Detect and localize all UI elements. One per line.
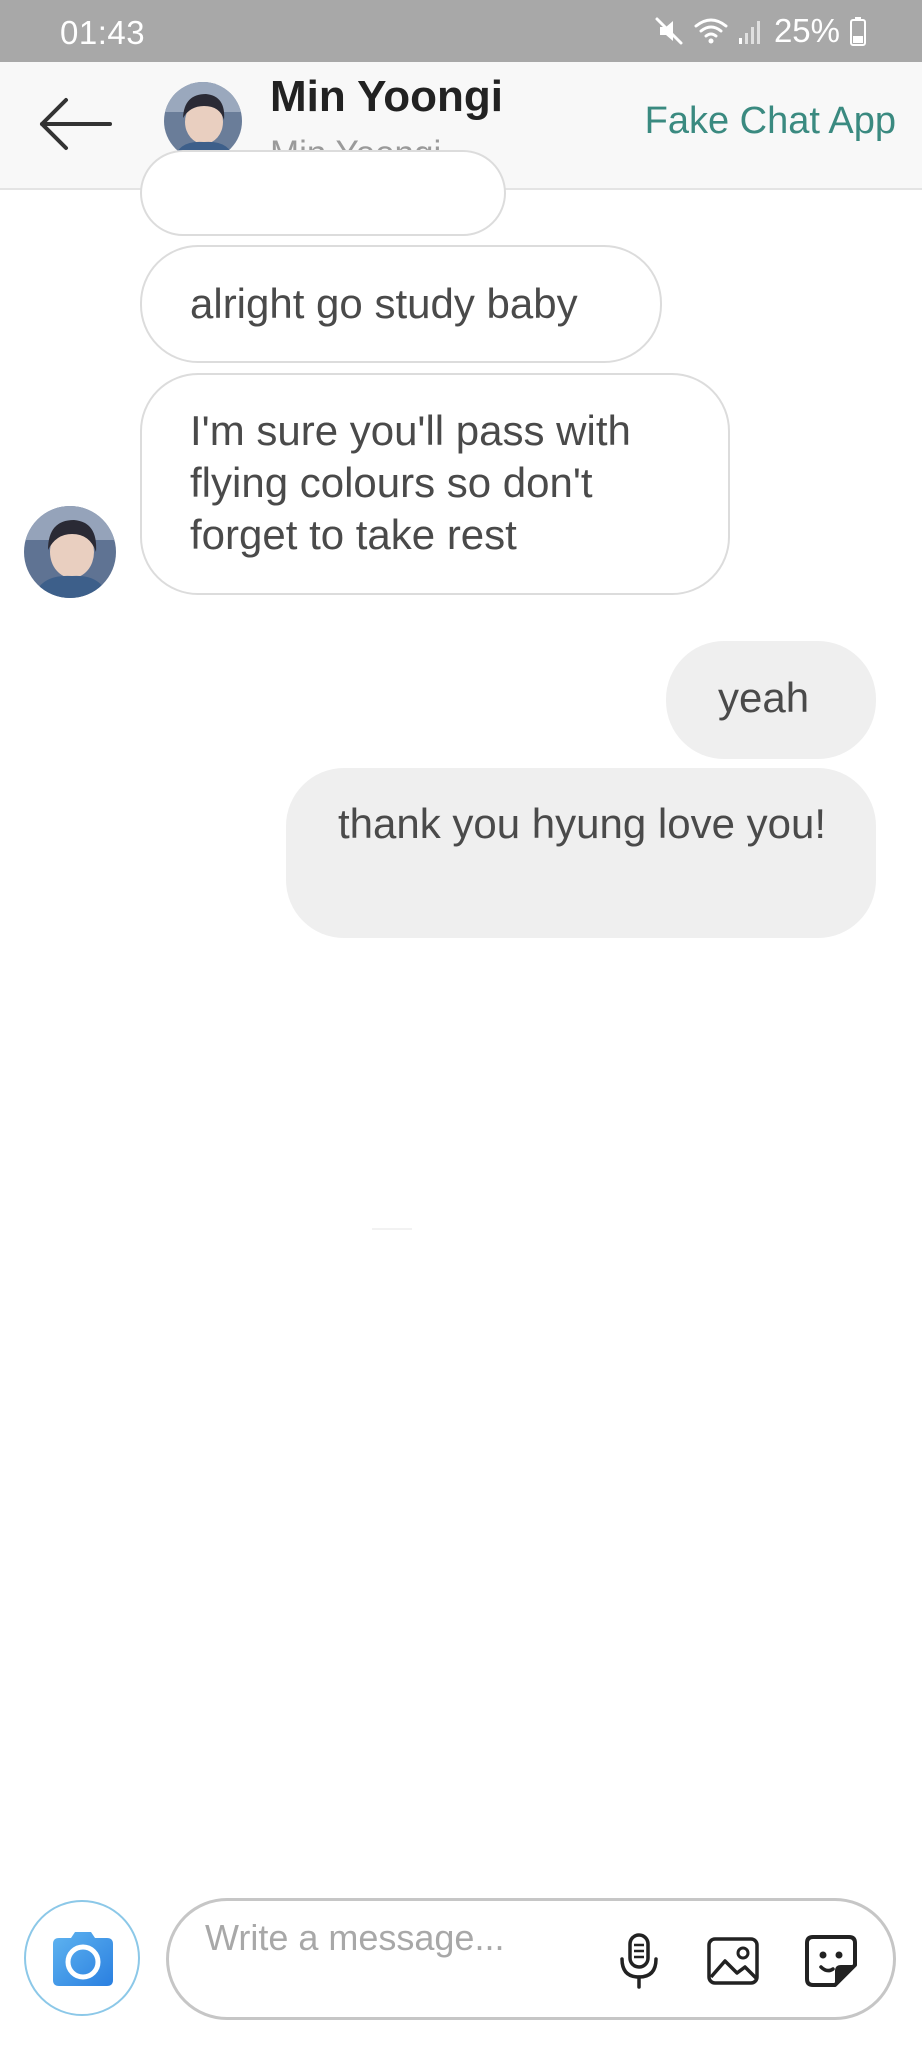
message-input[interactable] [205,1915,565,2007]
message-text: thank you hyung love you! [338,800,827,847]
camera-icon [53,1932,113,1986]
status-icons: 25% [654,12,866,50]
sticker-button[interactable] [801,1931,861,1991]
mute-icon [654,16,684,46]
sticker-icon [805,1935,857,1987]
gallery-button[interactable] [703,1931,763,1991]
arrow-left-icon [40,98,112,150]
message-text: yeah [718,674,810,721]
microphone-button[interactable] [609,1931,669,1991]
message-bubble-received[interactable]: I'm sure you'll pass with flying colours… [140,373,730,595]
divider [372,1228,412,1230]
app-label: Fake Chat App [644,100,896,142]
message-bubble-received[interactable] [140,150,506,236]
status-time: 01:43 [60,14,146,51]
image-icon [707,1937,759,1985]
message-composer [166,1898,896,2020]
status-bar: 01:43 25% [0,0,922,62]
message-bubble-received[interactable]: alright go study baby [140,245,662,363]
message-bubble-sent[interactable]: thank you hyung love you! [286,768,876,938]
camera-button[interactable] [24,1900,140,2016]
back-button[interactable] [36,92,116,156]
signal-icon [738,16,764,46]
message-text: alright go study baby [190,280,578,327]
chat-screen: 01:43 25% Min Yoongi Fake Chat App alrig… [0,0,922,2048]
message-text: I'm sure you'll pass with flying colours… [190,407,631,558]
battery-icon [850,16,866,46]
battery-percent: 25% [773,12,840,49]
microphone-icon [620,1933,658,1989]
wifi-icon [694,16,728,46]
contact-avatar[interactable] [164,82,242,160]
sender-avatar[interactable] [24,506,116,598]
message-bubble-sent[interactable]: yeah [666,641,876,759]
contact-name: Min Yoongi [270,72,503,121]
